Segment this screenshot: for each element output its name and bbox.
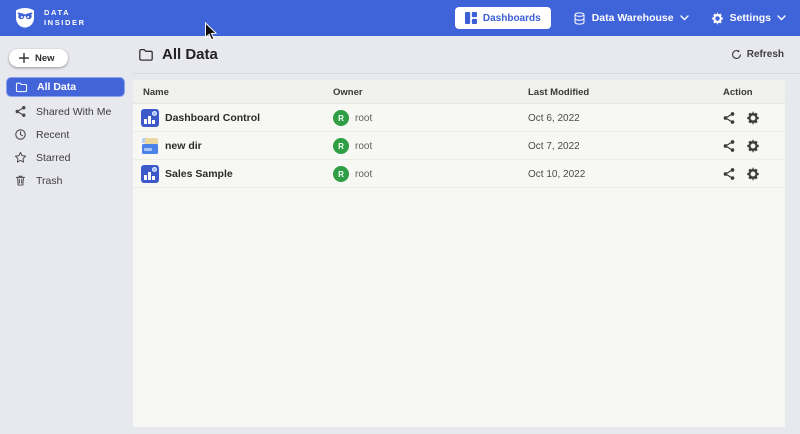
sidebar-item-all-data[interactable]: All Data	[6, 77, 125, 97]
file-name[interactable]: new dir	[165, 140, 202, 152]
share-icon[interactable]	[722, 139, 736, 153]
folder-icon	[15, 81, 28, 94]
last-modified-date: Oct 6, 2022	[528, 113, 580, 124]
main-content: All Data Refresh Name Owner Last Modifie…	[133, 36, 800, 434]
owner-name: root	[355, 113, 372, 124]
owner-name: root	[355, 169, 372, 180]
chevron-down-icon	[680, 15, 689, 21]
dashboard-file-icon	[141, 165, 159, 183]
owner-name: root	[355, 141, 372, 152]
table-row[interactable]: Sales Sample R root Oct 10, 2022	[133, 160, 785, 188]
chevron-down-icon	[777, 15, 786, 21]
file-name[interactable]: Dashboard Control	[165, 112, 260, 124]
star-icon	[14, 151, 27, 164]
top-bar: DATA INSIDER Dashboards Data Warehouse S…	[0, 0, 800, 36]
trash-icon	[14, 174, 27, 187]
share-icon[interactable]	[722, 111, 736, 125]
clock-icon	[14, 128, 27, 141]
share-icon[interactable]	[722, 167, 736, 181]
column-header-owner: Owner	[333, 87, 363, 98]
top-navigation: Dashboards Data Warehouse Settings	[455, 7, 786, 29]
sidebar-nav: All Data Shared With Me Recent Starred T…	[0, 77, 133, 192]
dashboard-grid-icon	[465, 12, 477, 24]
sidebar-item-starred[interactable]: Starred	[0, 146, 133, 169]
new-button-label: New	[35, 53, 55, 64]
last-modified-date: Oct 10, 2022	[528, 169, 585, 180]
data-warehouse-label: Data Warehouse	[592, 12, 674, 24]
share-icon	[14, 105, 27, 118]
sidebar-item-recent[interactable]: Recent	[0, 123, 133, 146]
sidebar-item-label: Shared With Me	[36, 106, 111, 118]
table-row[interactable]: Dashboard Control R root Oct 6, 2022	[133, 104, 785, 132]
last-modified-date: Oct 7, 2022	[528, 141, 580, 152]
column-header-last-modified: Last Modified	[528, 87, 589, 98]
folder-icon	[138, 47, 154, 63]
sidebar-item-label: Trash	[36, 175, 62, 187]
sidebar-item-shared-with-me[interactable]: Shared With Me	[0, 100, 133, 123]
owner-avatar: R	[333, 166, 349, 182]
refresh-icon	[731, 49, 742, 60]
app-logo-text: DATA INSIDER	[44, 8, 86, 28]
file-table: Name Owner Last Modified Action Dashboar…	[133, 80, 785, 427]
column-header-name: Name	[143, 87, 169, 98]
settings-menu[interactable]: Settings	[711, 12, 786, 25]
table-row[interactable]: new dir R root Oct 7, 2022	[133, 132, 785, 160]
logo-line-2: INSIDER	[44, 18, 86, 28]
folder-file-icon	[141, 137, 159, 155]
refresh-label: Refresh	[747, 49, 784, 60]
sidebar-item-label: All Data	[37, 81, 76, 93]
gear-icon	[711, 12, 724, 25]
dashboards-label: Dashboards	[483, 13, 541, 24]
dashboard-file-icon	[141, 109, 159, 127]
owner-avatar: R	[333, 138, 349, 154]
plus-icon	[19, 53, 29, 63]
settings-label: Settings	[730, 12, 771, 24]
gear-icon[interactable]	[746, 111, 760, 125]
gear-icon[interactable]	[746, 167, 760, 181]
column-header-action: Action	[723, 87, 753, 98]
page-title: All Data	[162, 46, 218, 63]
app-logo: DATA INSIDER	[13, 7, 86, 29]
sidebar-item-label: Recent	[36, 129, 69, 141]
logo-line-1: DATA	[44, 8, 86, 18]
gear-icon[interactable]	[746, 139, 760, 153]
new-button[interactable]: New	[9, 49, 68, 67]
file-name[interactable]: Sales Sample	[165, 168, 233, 180]
dashboards-button[interactable]: Dashboards	[455, 7, 551, 29]
sidebar: New All Data Shared With Me Recent Starr…	[0, 36, 133, 434]
refresh-button[interactable]: Refresh	[731, 49, 784, 60]
owner-avatar: R	[333, 110, 349, 126]
main-header: All Data Refresh	[133, 36, 800, 74]
sidebar-item-trash[interactable]: Trash	[0, 169, 133, 192]
owl-logo-icon	[13, 7, 37, 29]
data-warehouse-menu[interactable]: Data Warehouse	[573, 12, 689, 25]
sidebar-item-label: Starred	[36, 152, 70, 164]
database-icon	[573, 12, 586, 25]
table-header-row: Name Owner Last Modified Action	[133, 80, 785, 104]
